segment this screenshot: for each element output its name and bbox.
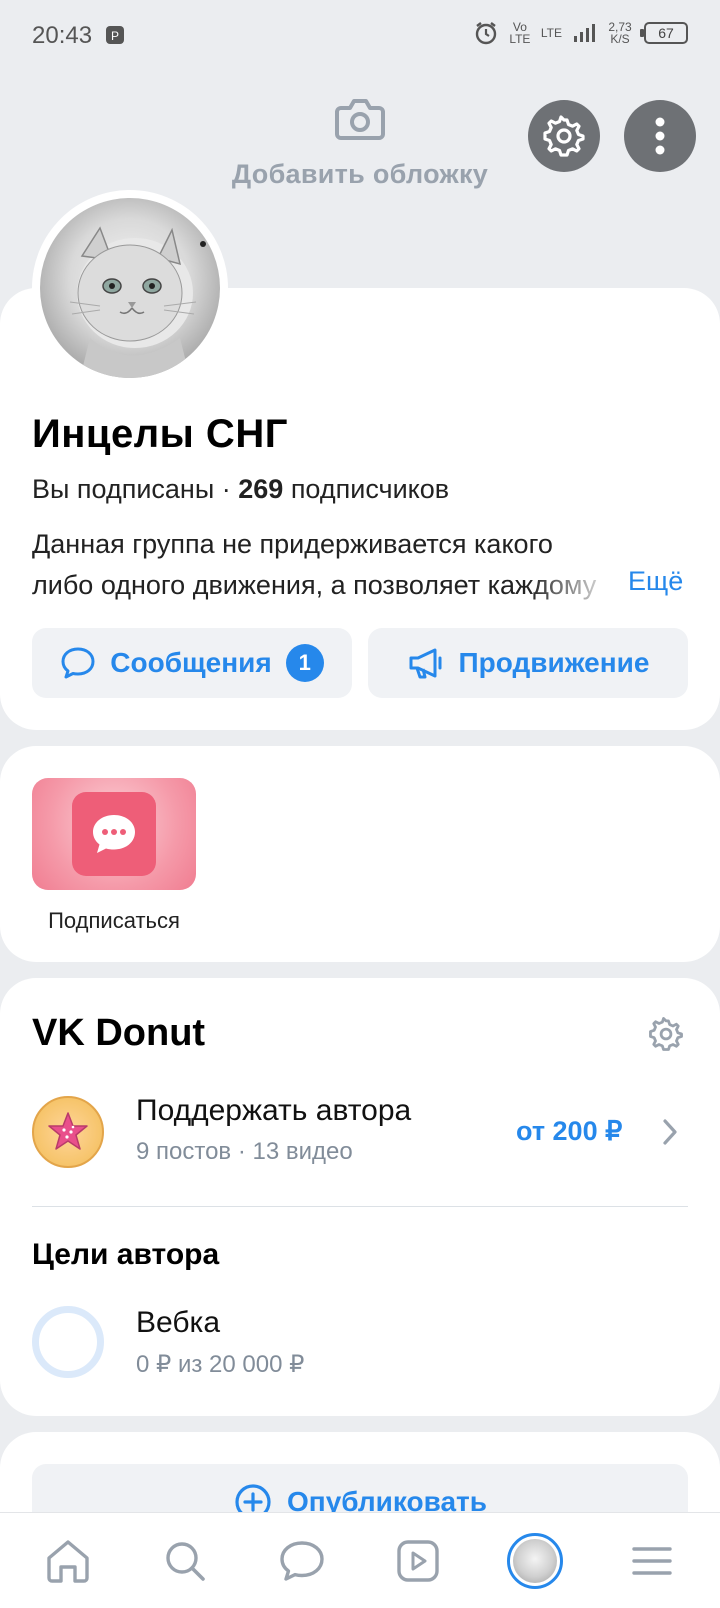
messages-icon xyxy=(279,1540,324,1581)
tab-messages[interactable] xyxy=(262,1521,342,1601)
more-options-button[interactable] xyxy=(624,100,696,172)
add-cover-button[interactable]: Добавить обложку xyxy=(200,96,520,190)
chevron-right-icon[interactable] xyxy=(660,1116,680,1148)
subscribe-tile-inner xyxy=(72,792,156,876)
messages-label: Сообщения xyxy=(110,647,272,678)
subscribed-label: Вы подписаны · xyxy=(32,474,239,504)
group-description: Данная группа не придерживается какого л… xyxy=(32,524,672,606)
volte-indicator: Vo LTE xyxy=(509,20,531,46)
goals-title: Цели автора xyxy=(32,1238,220,1271)
chat-bubble-icon xyxy=(61,647,95,679)
group-name: Инцелы СНГ xyxy=(32,412,288,456)
donut-price[interactable]: от 200 ₽ xyxy=(516,1116,622,1147)
status-bar: 20:43 P Vo LTE LTE 2,73 K/S 67 xyxy=(0,0,720,72)
donut-title: VK Donut xyxy=(32,1012,206,1054)
messages-badge: 1 xyxy=(285,644,324,682)
tab-video[interactable] xyxy=(378,1521,458,1601)
signal-icon xyxy=(574,24,595,42)
bottom-tab-bar xyxy=(0,1512,720,1608)
description-more-link[interactable]: Ещё xyxy=(628,566,683,597)
alarm-icon xyxy=(475,22,497,45)
subscription-status[interactable]: Вы подписаны · 269 подписчиков xyxy=(32,474,449,505)
menu-icon xyxy=(631,1546,672,1575)
battery-indicator: 67 xyxy=(640,22,688,44)
status-time: 20:43 xyxy=(32,22,93,49)
subscribe-tile[interactable] xyxy=(32,778,196,890)
profile-avatar xyxy=(506,1532,563,1589)
tab-menu[interactable] xyxy=(612,1521,692,1601)
promotion-label: Продвижение xyxy=(458,647,650,678)
lte-indicator: LTE xyxy=(540,26,562,40)
donut-divider xyxy=(32,1206,688,1207)
support-author-title[interactable]: Поддержать автора xyxy=(136,1094,411,1128)
status-indicators: Vo LTE LTE 2,73 K/S 67 xyxy=(473,20,688,46)
search-icon xyxy=(166,1541,205,1581)
settings-button[interactable] xyxy=(528,100,600,172)
donut-star-icon xyxy=(48,1112,88,1150)
message-dots-icon xyxy=(93,815,135,853)
network-speed: 2,73 K/S xyxy=(608,20,632,46)
profile-avatar-image xyxy=(512,1538,557,1583)
promotion-button[interactable]: Продвижение xyxy=(368,628,688,698)
donut-settings-icon[interactable] xyxy=(648,1016,684,1052)
gear-icon xyxy=(543,115,585,157)
goal-amount: 0 ₽ из 20 000 ₽ xyxy=(136,1351,305,1378)
video-icon xyxy=(397,1539,439,1582)
group-avatar-frame[interactable] xyxy=(32,190,228,386)
svg-text:P: P xyxy=(111,29,119,43)
subscribers-label: подписчиков xyxy=(283,474,450,504)
battery-level: 67 xyxy=(658,25,674,41)
subscribe-label: Подписаться xyxy=(48,908,180,933)
add-cover-label: Добавить обложку xyxy=(231,159,489,189)
support-author-meta: 9 постов · 13 видео xyxy=(136,1138,353,1165)
kitten-image xyxy=(69,226,206,378)
group-avatar xyxy=(40,198,220,378)
megaphone-icon xyxy=(409,648,442,679)
tab-home[interactable] xyxy=(28,1521,108,1601)
description-line-2: либо одного движения, а позволяет каждом… xyxy=(32,570,597,600)
camera-icon xyxy=(335,99,385,140)
tab-search[interactable] xyxy=(145,1521,225,1601)
donut-icon xyxy=(32,1096,104,1168)
goal-progress-ring xyxy=(32,1306,104,1378)
app-notification-icon: P xyxy=(106,26,124,44)
goal-name[interactable]: Вебка xyxy=(136,1306,220,1340)
tab-profile[interactable] xyxy=(495,1521,575,1601)
messages-button[interactable]: Сообщения 1 xyxy=(32,628,352,698)
subscribers-count: 269 xyxy=(238,474,284,504)
home-icon xyxy=(47,1539,90,1583)
more-vertical-icon xyxy=(655,117,665,155)
description-line-1: Данная группа не придерживается какого xyxy=(32,529,553,559)
